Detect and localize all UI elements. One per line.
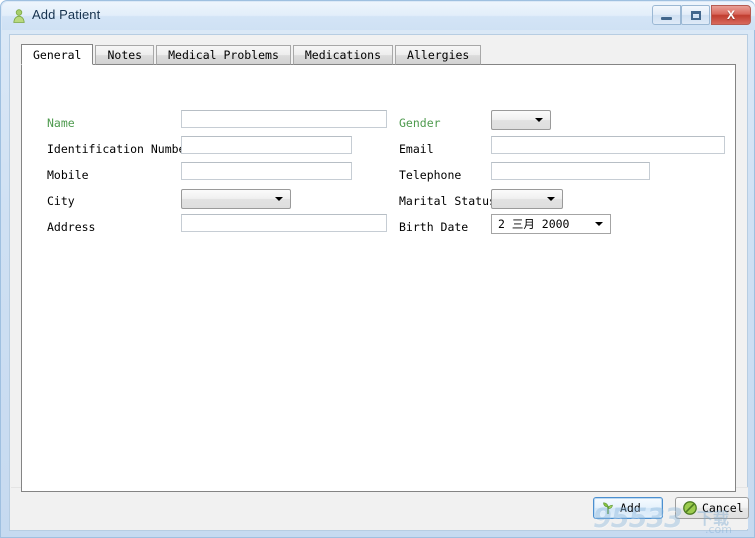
email-input[interactable] — [491, 136, 725, 154]
chevron-down-icon — [275, 197, 283, 201]
tab-allergies-label: Allergies — [407, 48, 470, 62]
label-email: Email — [399, 142, 434, 156]
label-city: City — [47, 194, 75, 208]
label-name: Name — [47, 116, 75, 130]
telephone-input[interactable] — [491, 162, 650, 180]
tab-notes-label: Notes — [107, 48, 143, 62]
add-patient-window: Add Patient X General Notes Medical Prob… — [0, 0, 755, 538]
tab-general-label: General — [33, 47, 82, 62]
dialog-client-area: General Notes Medical Problems Medicatio… — [9, 34, 749, 531]
close-button[interactable]: X — [711, 5, 751, 25]
tab-general[interactable]: General — [21, 44, 94, 65]
address-input[interactable] — [181, 214, 387, 232]
tab-medications-label: Medications — [304, 48, 382, 62]
tab-page-general: Name Identification Number Mobile City A… — [21, 64, 736, 492]
gender-select[interactable] — [491, 110, 551, 130]
maximize-restore-button[interactable] — [681, 5, 710, 25]
tab-notes[interactable]: Notes — [95, 45, 155, 65]
close-icon: X — [726, 8, 735, 22]
dialog-footer: Add Cancel — [11, 487, 749, 529]
marital-status-select[interactable] — [491, 189, 563, 209]
green-cancel-circle-icon — [682, 500, 698, 516]
patient-person-icon — [11, 8, 27, 24]
add-button-label: Add — [620, 501, 641, 515]
label-gender: Gender — [399, 116, 441, 130]
chevron-down-icon — [547, 197, 555, 201]
birth-date-picker[interactable]: 2 三月 2000 — [491, 214, 611, 234]
cancel-button-label: Cancel — [702, 501, 744, 515]
tab-medical-problems[interactable]: Medical Problems — [156, 45, 291, 65]
birth-date-value: 2 三月 2000 — [498, 217, 570, 231]
tab-medical-problems-label: Medical Problems — [168, 48, 279, 62]
chevron-down-icon — [535, 118, 543, 122]
minimize-button[interactable] — [652, 5, 681, 25]
tab-allergies[interactable]: Allergies — [395, 45, 482, 65]
mobile-input[interactable] — [181, 162, 352, 180]
label-identification-number: Identification Number — [47, 142, 193, 156]
identification-number-input[interactable] — [181, 136, 352, 154]
label-birth-date: Birth Date — [399, 220, 469, 234]
cancel-button[interactable]: Cancel — [675, 497, 749, 519]
name-input[interactable] — [181, 110, 387, 128]
window-title: Add Patient — [32, 7, 101, 22]
title-bar[interactable]: Add Patient X — [2, 2, 755, 30]
label-telephone: Telephone — [399, 168, 462, 182]
label-address: Address — [47, 220, 96, 234]
label-marital-status: Marital Status — [399, 194, 496, 208]
tab-strip: General Notes Medical Problems Medicatio… — [21, 44, 483, 65]
add-button[interactable]: Add — [593, 497, 663, 519]
green-plus-plant-icon — [600, 500, 616, 516]
minimize-icon — [653, 6, 680, 24]
label-mobile: Mobile — [47, 168, 89, 182]
city-select[interactable] — [181, 189, 291, 209]
restore-icon — [682, 6, 709, 24]
tab-medications[interactable]: Medications — [292, 45, 394, 65]
chevron-down-icon — [595, 222, 603, 226]
